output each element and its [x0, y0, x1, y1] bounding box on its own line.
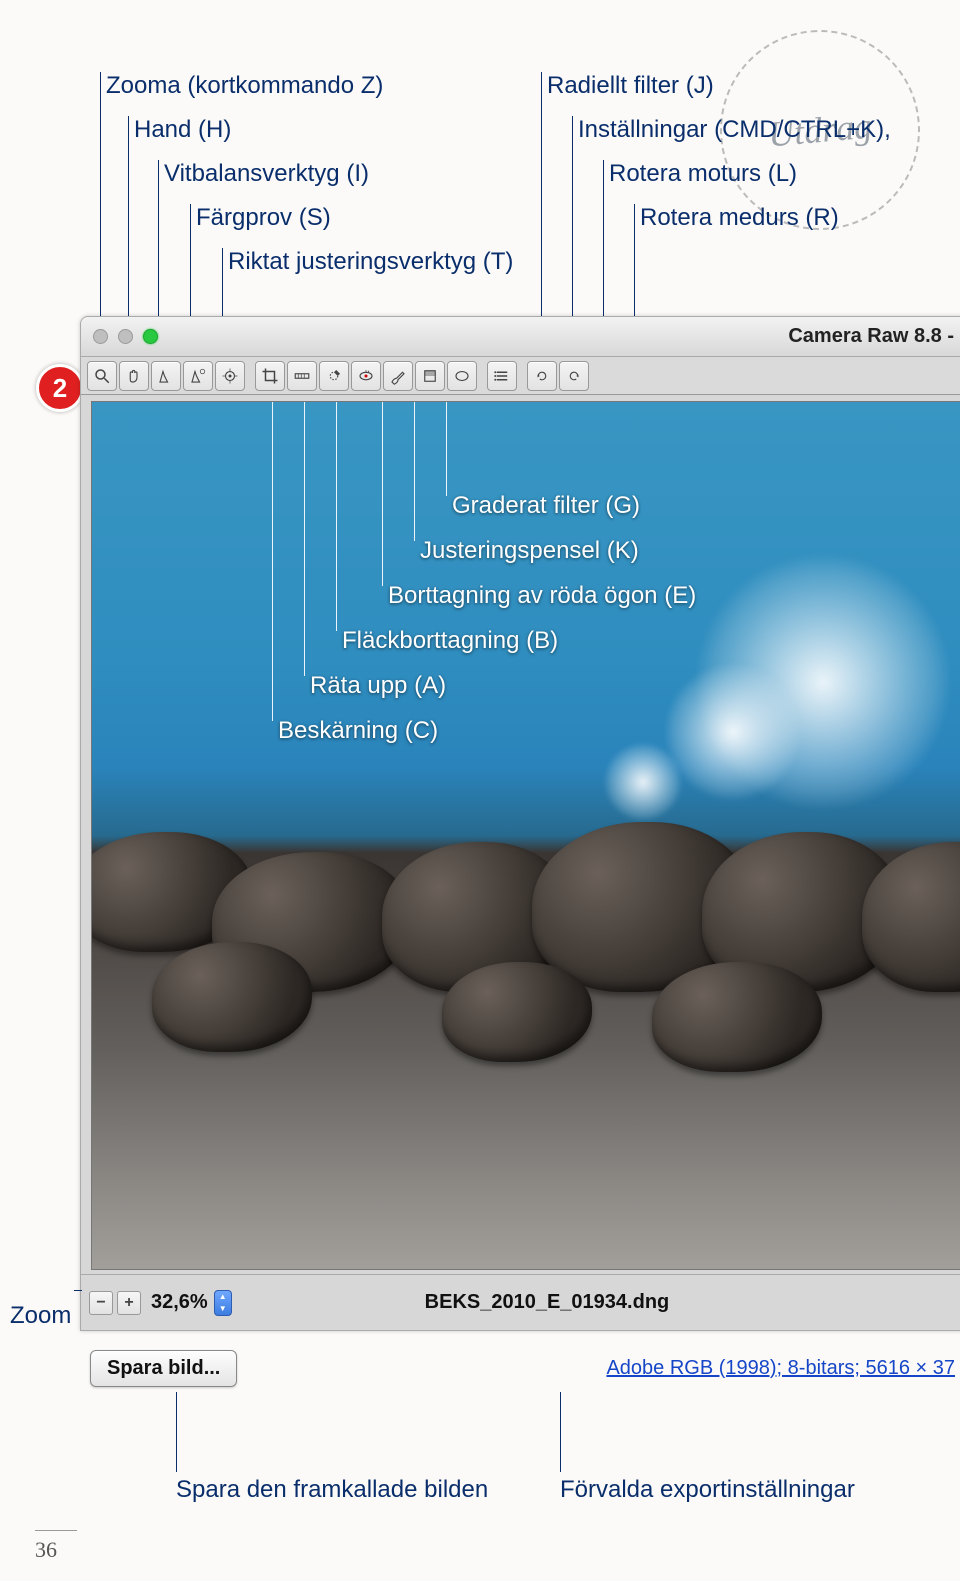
settings-tool[interactable]	[487, 361, 517, 391]
label-targetedadjust: Riktat justeringsverktyg (T)	[228, 248, 513, 276]
label-brush: Justeringspensel (K)	[420, 537, 639, 565]
window-title: Camera Raw 8.8 -	[788, 325, 954, 348]
zoom-in-button[interactable]: +	[117, 1291, 141, 1315]
zoom-stepper[interactable]: ▲▼	[214, 1290, 232, 1316]
label-colorsampler: Färgprov (S)	[196, 204, 331, 232]
window-controls[interactable]	[93, 329, 158, 344]
hand-tool[interactable]	[119, 361, 149, 391]
save-image-button[interactable]: Spara bild...	[90, 1350, 237, 1387]
label-save-button: Spara den framkallade bilden	[176, 1476, 488, 1504]
close-dot[interactable]	[93, 329, 108, 344]
label-zoom: Zooma (kortkommando Z)	[106, 72, 383, 100]
toolbar	[81, 357, 960, 395]
crop-tool[interactable]	[255, 361, 285, 391]
straighten-tool[interactable]	[287, 361, 317, 391]
spot-tool[interactable]	[319, 361, 349, 391]
rotate-ccw-tool[interactable]	[527, 361, 557, 391]
minimize-dot[interactable]	[118, 329, 133, 344]
preview-image: Graderat filter (G) Justeringspensel (K)…	[91, 401, 960, 1270]
label-rotatecw: Rotera medurs (R)	[640, 204, 839, 232]
step-badge: 2	[36, 364, 84, 412]
label-radialfilter: Radiellt filter (J)	[547, 72, 714, 100]
page-number: 36	[35, 1530, 77, 1563]
brush-tool[interactable]	[383, 361, 413, 391]
zoom-value: 32,6%	[151, 1291, 208, 1314]
label-crop: Beskärning (C)	[278, 717, 438, 745]
targetedadjust-tool[interactable]	[215, 361, 245, 391]
export-settings-link[interactable]: Adobe RGB (1998); 8-bitars; 5616 × 37	[606, 1357, 955, 1380]
label-zoom-status: Zoom	[10, 1302, 71, 1330]
filename: BEKS_2010_E_01934.dng	[425, 1291, 670, 1314]
label-settings: Inställningar (CMD/CTRL+K),	[578, 116, 891, 144]
titlebar: Camera Raw 8.8 -	[81, 317, 960, 357]
radial-tool[interactable]	[447, 361, 477, 391]
redeye-tool[interactable]	[351, 361, 381, 391]
label-hand: Hand (H)	[134, 116, 231, 144]
statusbar: − + 32,6% ▲▼ BEKS_2010_E_01934.dng	[81, 1274, 960, 1330]
zoom-dot[interactable]	[143, 329, 158, 344]
label-graduated: Graderat filter (G)	[452, 492, 640, 520]
whitebalance-tool[interactable]	[151, 361, 181, 391]
graduated-tool[interactable]	[415, 361, 445, 391]
camera-raw-window: Camera Raw 8.8 -	[80, 316, 960, 1331]
rotate-cw-tool[interactable]	[559, 361, 589, 391]
zoom-out-button[interactable]: −	[89, 1291, 113, 1315]
colorsampler-tool[interactable]	[183, 361, 213, 391]
zoom-tool[interactable]	[87, 361, 117, 391]
label-whitebalance: Vitbalansverktyg (I)	[164, 160, 369, 188]
label-export-preset: Förvalda exportinställningar	[560, 1476, 855, 1504]
label-redeye: Borttagning av röda ögon (E)	[388, 582, 696, 610]
label-spot: Fläckborttagning (B)	[342, 627, 558, 655]
label-rotateccw: Rotera moturs (L)	[609, 160, 797, 188]
label-straighten: Räta upp (A)	[310, 672, 446, 700]
